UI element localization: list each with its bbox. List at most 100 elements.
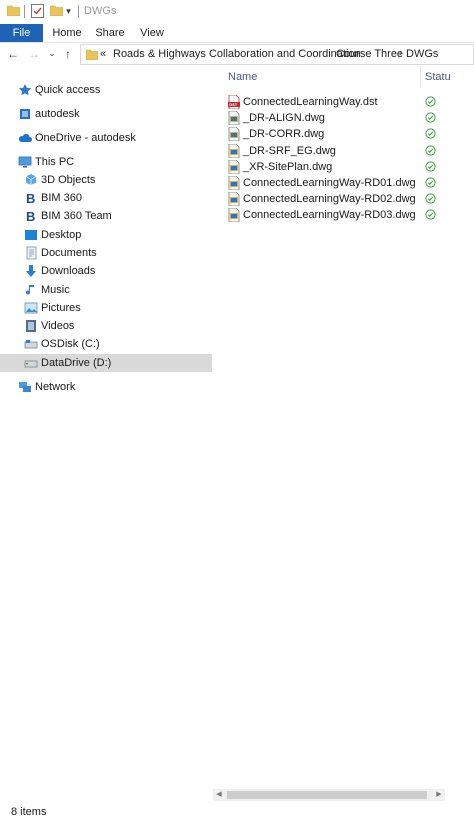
new-folder-icon[interactable] [50,5,63,16]
breadcrumb-overflow[interactable]: « [100,48,106,60]
dwg-icon [228,208,240,223]
file-row[interactable]: _DR-SRF_EG.dwg [225,143,471,159]
file-row[interactable]: ConnectedLearningWay-RD03.dwg [225,207,471,223]
dwg-icon [228,127,240,142]
tab-view[interactable]: View [133,24,171,42]
breadcrumb-item[interactable]: DWGs [406,48,438,60]
column-header-status[interactable]: Statu [425,71,451,83]
address-bar[interactable]: « Roads & Highways Collaboration and Coo… [80,44,474,65]
nav-osdisk[interactable]: OSDisk (C:) [0,335,212,353]
nav-network[interactable]: Network [0,378,212,396]
scrollbar-thumb[interactable] [227,791,427,799]
file-row[interactable]: ConnectedLearningWay-RD02.dwg [225,191,471,207]
toolbar-divider [24,5,25,18]
cube-icon [25,174,37,185]
nav-label: DataDrive (D:) [41,357,112,369]
nav-downloads[interactable]: Downloads [0,262,212,280]
navigation-pane: Quick access autodesk OneDrive - autodes… [0,66,212,801]
dwg-icon [228,192,240,207]
customize-toolbar-dropdown[interactable]: ▾ [64,4,73,18]
file-name: _DR-SRF_EG.dwg [243,144,336,157]
scroll-right-arrow-icon[interactable]: ▶ [433,789,445,801]
folder-icon [86,49,98,60]
sync-ok-icon [425,112,436,123]
horizontal-scrollbar[interactable]: ◀ ▶ [213,789,445,801]
svg-text:B: B [26,191,35,205]
film-icon [26,320,36,332]
sync-ok-icon [425,144,436,156]
file-name: ConnectedLearningWay-RD02.dwg [243,193,416,206]
nav-onedrive[interactable]: OneDrive - autodesk [0,129,212,147]
svg-text:B: B [26,209,35,223]
back-arrow-icon[interactable]: ← [6,46,20,62]
breadcrumb-item[interactable]: Roads & Highways Collaboration and Coord… [113,48,361,60]
file-list: Name Statu DST ConnectedLearningWay.dst _D… [213,66,474,801]
file-row[interactable]: DST ConnectedLearningWay.dst [225,94,471,110]
nav-bim-360[interactable]: B BIM 360 [0,189,212,207]
nav-documents[interactable]: Documents [0,244,212,262]
navigation-bar: ← → ⌄ ↑ « Roads & Highways Collaboration… [0,43,474,66]
nav-desktop[interactable]: Desktop [0,226,212,244]
nav-music[interactable]: Music [0,281,212,299]
autodesk-drive-icon [20,109,30,119]
title-bar: ▾ DWGs [0,0,474,24]
file-row[interactable]: _XR-SitePlan.dwg [225,159,471,175]
nav-label: BIM 360 [41,192,82,204]
nav-bim-360-team[interactable]: B BIM 360 Team [0,207,212,225]
nav-label: Network [35,381,76,393]
nav-pictures[interactable]: Pictures [0,299,212,317]
computer-icon [18,156,32,168]
sync-ok-icon [425,209,436,220]
item-count: 8 items [11,806,47,818]
file-name: ConnectedLearningWay-RD01.dwg [243,177,416,189]
up-arrow-icon[interactable]: ↑ [61,46,75,62]
tab-share[interactable]: Share [90,24,130,42]
file-row[interactable]: _DR-ALIGN.dwg [225,110,471,126]
scroll-left-arrow-icon[interactable]: ◀ [213,789,225,801]
nav-datadrive[interactable]: DataDrive (D:) [0,354,212,372]
nav-label: 3D Objects [41,174,96,186]
drive-icon [24,360,38,368]
sync-ok-icon [425,96,436,107]
cloud-icon [18,134,32,142]
column-divider[interactable] [420,66,421,88]
chevron-right-icon[interactable]: › [399,48,402,58]
file-row[interactable]: ConnectedLearningWay-RD01.dwg [225,175,471,191]
file-name: ConnectedLearningWay-RD03.dwg [243,209,416,222]
recent-locations-dropdown[interactable]: ⌄ [45,46,59,62]
music-note-icon [26,285,34,295]
dwg-icon [228,176,240,190]
document-icon [26,246,37,260]
nav-label: Downloads [41,265,96,277]
network-icon [19,382,31,392]
file-row[interactable]: _DR-CORR.dwg [225,126,471,142]
nav-this-pc[interactable]: This PC [0,153,212,171]
nav-label: This PC [35,156,75,168]
nav-autodesk[interactable]: autodesk [0,105,212,123]
file-name: _XR-SitePlan.dwg [243,160,333,173]
file-name: ConnectedLearningWay.dst [243,96,378,108]
nav-3d-objects[interactable]: 3D Objects [0,171,212,189]
properties-icon[interactable] [31,4,44,18]
breadcrumb-item[interactable]: Course Three [336,48,403,60]
sync-ok-icon [425,128,436,139]
forward-arrow-icon[interactable]: → [27,46,41,62]
tab-file[interactable]: File [0,24,43,42]
window-title: DWGs [84,5,117,17]
nav-quick-access[interactable]: Quick access [0,81,212,99]
nav-label: Desktop [41,229,82,241]
picture-icon [24,302,38,314]
tab-home[interactable]: Home [45,24,89,42]
sync-ok-icon [425,177,436,188]
desktop-icon [25,230,37,240]
star-icon [19,84,31,96]
column-header-name[interactable]: Name [228,71,257,83]
bim360-icon: B [26,191,35,205]
nav-videos[interactable]: Videos [0,317,212,335]
bim360-icon: B [26,209,35,223]
folder-icon[interactable] [7,5,20,16]
sync-ok-icon [425,193,436,204]
file-name: _DR-ALIGN.dwg [243,112,325,125]
nav-label: OneDrive - autodesk [35,132,136,144]
dst-icon: DST [228,95,240,109]
